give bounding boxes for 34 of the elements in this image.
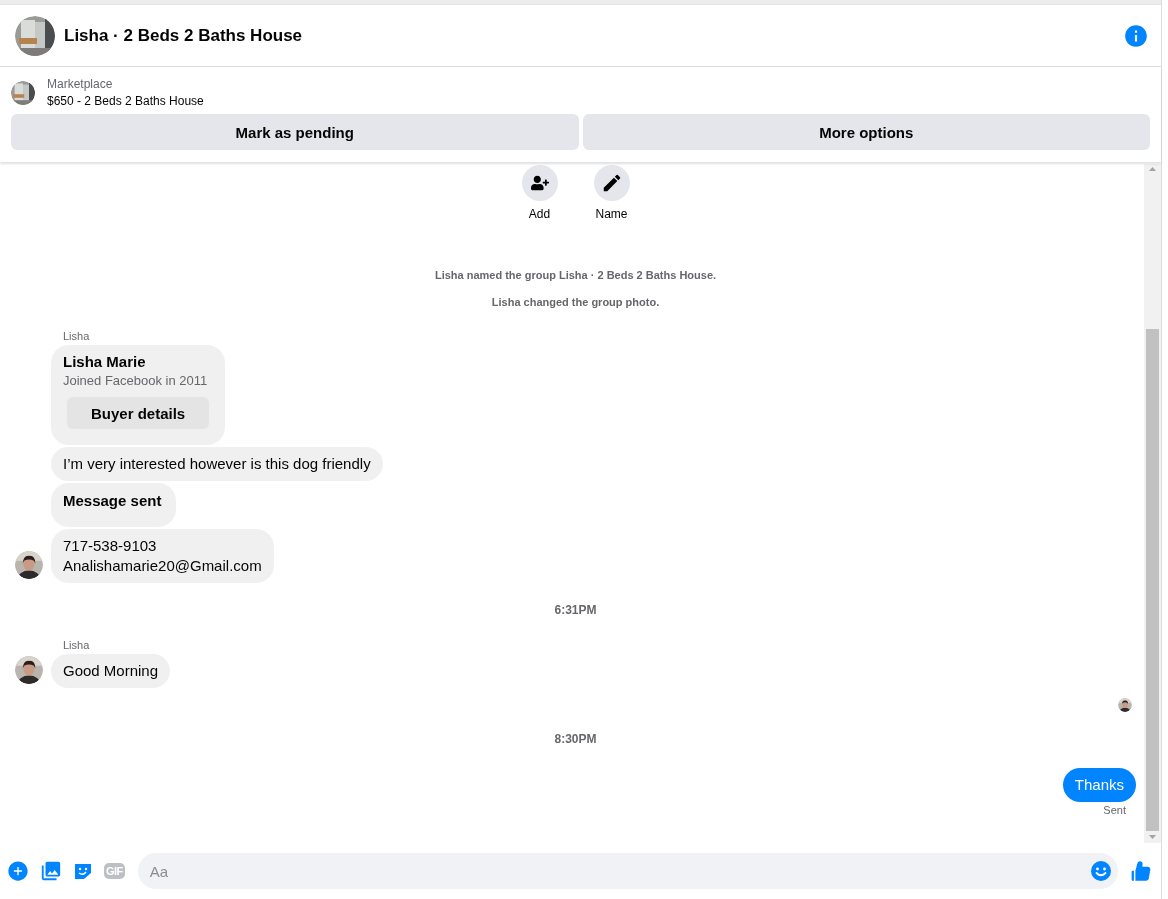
delivery-status: Sent — [1103, 804, 1126, 816]
message-bubble: Thanks — [1062, 768, 1136, 802]
emoji-icon[interactable] — [1090, 860, 1112, 882]
timestamp: 6:31PM — [553, 603, 598, 617]
scroll-down-icon[interactable] — [1149, 835, 1156, 839]
sender-name: Lisha — [63, 330, 91, 342]
group-event: Lisha changed the group photo. — [490, 296, 661, 308]
rename-button[interactable] — [593, 165, 630, 201]
scroll-up-icon[interactable] — [1149, 167, 1156, 171]
listing-button[interactable]: Mark as pending — [11, 114, 579, 150]
message-bubble: 717-538-9103 Analishamarie20@Gmail.com — [51, 529, 274, 583]
sticker-icon[interactable] — [73, 861, 93, 881]
buyer-name: Lisha Marie — [63, 353, 147, 371]
group-event: Lisha named the group Lisha · 2 Beds 2 Baths House. — [433, 269, 718, 281]
photos-icon[interactable] — [40, 860, 62, 882]
sender-name: Lisha — [63, 639, 91, 651]
action-label: Add — [528, 207, 551, 221]
message-bubble: Message sent — [51, 483, 177, 527]
like-icon[interactable] — [1129, 859, 1153, 883]
message-bubble: Good Morning — [51, 654, 171, 688]
conversation-title: Lisha · 2 Beds 2 Baths House — [64, 25, 304, 46]
plus-icon[interactable] — [7, 860, 29, 882]
info-icon[interactable] — [1123, 22, 1149, 49]
listing-source: Marketplace — [47, 77, 114, 91]
message-bubble: I’m very interested however is this dog friendly — [51, 447, 383, 481]
listing-button[interactable]: More options — [582, 114, 1150, 150]
action-label: Name — [595, 207, 628, 221]
timestamp: 8:30PM — [553, 732, 598, 746]
listing-title: $650 - 2 Beds 2 Baths House — [47, 94, 204, 108]
message-field[interactable]: Aa — [137, 853, 1118, 889]
person-plus-icon — [530, 174, 549, 192]
add-person-button[interactable] — [521, 165, 558, 201]
joined-text: Joined Facebook in 2011 — [63, 373, 209, 388]
buyer-details-button[interactable]: Buyer details — [67, 397, 210, 429]
